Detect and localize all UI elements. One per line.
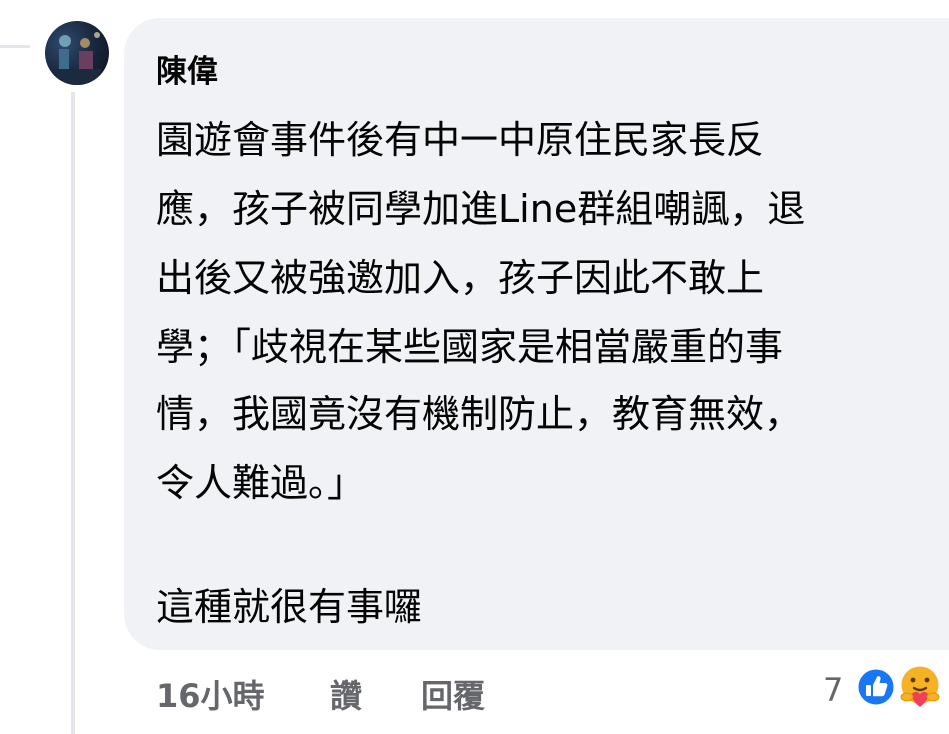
comment-text-line: 情，我國竟沒有機制防止，教育無效，: [156, 392, 803, 436]
comment-text-line: 園遊會事件後有中一中原住民家長反: [156, 118, 765, 162]
avatar[interactable]: [45, 21, 109, 85]
avatar-photo: [53, 32, 101, 85]
comment-text-line: 令人難過。」: [156, 461, 366, 505]
like-button[interactable]: 讚: [330, 674, 362, 718]
like-icon[interactable]: [855, 666, 897, 708]
comment-text-line: 應，孩子被同學加進Line群組嘲諷，退: [156, 187, 806, 231]
reaction-count[interactable]: 7: [823, 668, 843, 712]
comment-text-line: 學；「歧視在某些國家是相當嚴重的事: [156, 325, 784, 369]
comment-timestamp[interactable]: 16小時: [156, 674, 265, 718]
care-icon[interactable]: [896, 663, 944, 711]
reply-button[interactable]: 回覆: [421, 674, 485, 718]
thread-connector-horizontal: [0, 45, 30, 48]
comment-author[interactable]: 陳偉: [156, 52, 218, 92]
comment-text-line: 出後又被強邀加入，孩子因此不敢上: [156, 256, 765, 300]
thread-connector-vertical: [71, 92, 75, 734]
comment-text-line: 這種就很有事囉: [156, 585, 423, 629]
